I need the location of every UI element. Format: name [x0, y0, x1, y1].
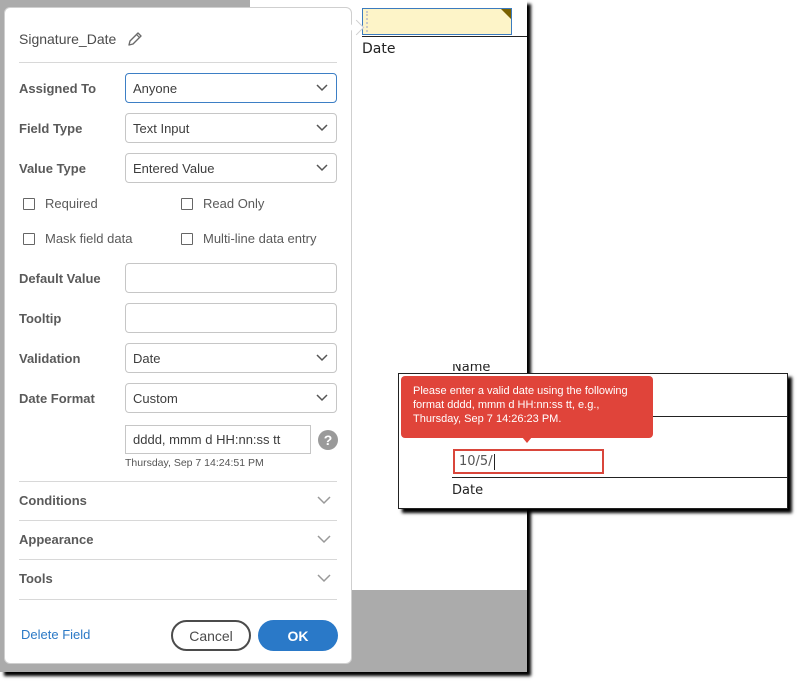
read-only-checkbox[interactable]: Read Only: [181, 196, 264, 211]
checkbox-label: Multi-line data entry: [203, 231, 317, 246]
checkbox-box[interactable]: [181, 232, 193, 245]
date-format-value: Custom: [133, 390, 178, 406]
signature-line: [362, 36, 527, 37]
assigned-to-label: Assigned To: [19, 81, 97, 96]
validation-label: Validation: [19, 351, 81, 366]
checkbox-label: Required: [45, 196, 98, 211]
chevron-down-icon: [317, 535, 331, 544]
section-appearance[interactable]: Appearance: [19, 520, 337, 558]
ok-button[interactable]: OK: [258, 620, 338, 651]
chevron-down-icon: [316, 84, 328, 92]
section-conditions[interactable]: Conditions: [19, 481, 337, 519]
field-resize-handle[interactable]: [366, 11, 368, 32]
chevron-down-icon: [316, 164, 328, 172]
date-entry-value: 10/5/: [459, 454, 493, 469]
chevron-down-icon: [316, 124, 328, 132]
dialog-header: Signature_Date: [19, 30, 144, 48]
chevron-down-icon: [317, 496, 331, 505]
field-name-title: Signature_Date: [19, 31, 117, 47]
tooltip-input[interactable]: [125, 303, 337, 333]
validation-error-tooltip: Please enter a valid date using the foll…: [401, 376, 653, 438]
date-format-preview: Thursday, Sep 7 14:24:51 PM: [125, 457, 264, 469]
section-label: Tools: [19, 570, 53, 586]
divider: [19, 62, 337, 63]
help-icon[interactable]: ?: [318, 430, 338, 450]
date-line: [452, 477, 788, 478]
divider: [19, 599, 337, 600]
signature-date-field[interactable]: [362, 8, 512, 35]
value-type-label: Value Type: [19, 161, 86, 176]
custom-date-format-input[interactable]: dddd, mmm d HH:nn:ss tt: [125, 425, 311, 454]
tooltip-pointer: [522, 437, 532, 443]
mask-field-data-checkbox[interactable]: Mask field data: [23, 231, 132, 246]
chevron-down-icon: [317, 574, 331, 583]
checkbox-label: Mask field data: [45, 231, 133, 246]
default-value-label: Default Value: [19, 271, 101, 286]
validation-date-label: Date: [452, 483, 484, 498]
name-label: Name: [452, 364, 491, 373]
value-type-value: Entered Value: [133, 160, 215, 176]
delete-field-link[interactable]: Delete Field: [21, 627, 90, 642]
checkbox-box[interactable]: [181, 197, 193, 210]
validation-select[interactable]: Date: [125, 343, 337, 373]
date-format-label: Date Format: [19, 391, 95, 406]
checkbox-box[interactable]: [23, 232, 35, 245]
section-label: Conditions: [19, 492, 87, 508]
multi-line-checkbox[interactable]: Multi-line data entry: [181, 231, 316, 246]
field-type-label: Field Type: [19, 121, 83, 136]
field-properties-dialog: Signature_Date Assigned To Anyone Field …: [4, 7, 365, 664]
section-tools[interactable]: Tools: [19, 559, 337, 597]
section-label: Appearance: [19, 531, 94, 547]
assigned-to-value: Anyone: [133, 80, 178, 96]
checkbox-box[interactable]: [23, 197, 35, 210]
field-type-value: Text Input: [133, 120, 190, 136]
chevron-down-icon: [316, 394, 328, 402]
date-format-select[interactable]: Custom: [125, 383, 337, 413]
pencil-icon[interactable]: [126, 30, 144, 48]
document-date-label: Date: [362, 41, 396, 57]
cancel-button[interactable]: Cancel: [171, 620, 251, 651]
assigned-to-select[interactable]: Anyone: [125, 73, 337, 103]
field-corner-marker: [501, 9, 511, 19]
checkbox-label: Read Only: [203, 196, 265, 211]
field-type-select[interactable]: Text Input: [125, 113, 337, 143]
tooltip-label: Tooltip: [19, 311, 62, 326]
required-checkbox[interactable]: Required: [23, 196, 98, 211]
value-type-select[interactable]: Entered Value: [125, 153, 337, 183]
chevron-down-icon: [316, 354, 328, 362]
default-value-input[interactable]: [125, 263, 337, 293]
text-caret: [493, 453, 495, 470]
validation-value: Date: [133, 350, 161, 366]
date-entry-input[interactable]: 10/5/: [453, 449, 604, 474]
